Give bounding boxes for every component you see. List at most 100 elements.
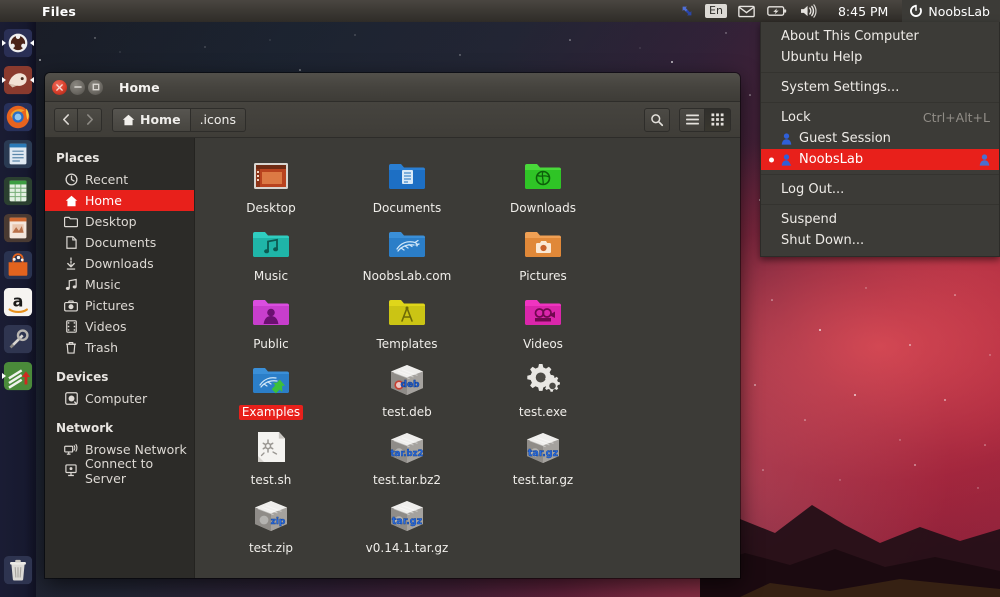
list-view-button[interactable] — [679, 107, 705, 132]
breadcrumb-label: Home — [140, 112, 181, 127]
sidebar-item-documents[interactable]: Documents — [45, 232, 194, 253]
forward-button[interactable] — [78, 107, 102, 132]
launcher-item-libreoffice-calc[interactable] — [2, 175, 34, 207]
menu-item-ubuntu-help[interactable]: Ubuntu Help — [761, 47, 999, 68]
breadcrumb-item-home[interactable]: Home — [112, 107, 191, 132]
file-item-templates[interactable]: Templates — [339, 286, 475, 354]
file-item-label: test.tar.bz2 — [372, 473, 442, 487]
sidebar-item-label: Connect to Server — [85, 455, 154, 486]
session-dropdown-menu[interactable]: About This Computer Ubuntu Help System S… — [760, 22, 1000, 257]
sidebar-item-label: Downloads — [85, 256, 154, 271]
menu-item-label: Shut Down... — [781, 233, 865, 248]
sidebar-item-downloads[interactable]: Downloads — [45, 253, 194, 274]
file-item-desktop[interactable]: Desktop — [203, 150, 339, 218]
libreoffice-impress-icon — [3, 213, 33, 243]
sidebar-item-music[interactable]: Music — [45, 274, 194, 295]
file-item-videos[interactable]: Videos — [475, 286, 611, 354]
envelope-icon[interactable] — [732, 0, 761, 22]
launcher-item-dash-home[interactable] — [2, 27, 34, 59]
sidebar-item-desktop[interactable]: Desktop — [45, 211, 194, 232]
keyboard-layout-indicator[interactable]: En — [700, 0, 732, 22]
launcher-item-firefox[interactable] — [2, 101, 34, 133]
sidebar-item-label: Recent — [85, 172, 129, 187]
battery-icon[interactable] — [761, 0, 793, 22]
file-item-test-tar-gz[interactable]: tar.gz test.tar.gz — [475, 422, 611, 490]
menu-item-shut-down[interactable]: Shut Down... — [761, 230, 999, 251]
menu-item-guest-session[interactable]: Guest Session — [761, 128, 999, 149]
menu-item-system-settings[interactable]: System Settings... — [761, 77, 999, 98]
launcher-item-amazon[interactable]: a — [2, 286, 34, 318]
file-item-v0-14-1-tar-gz[interactable]: tar.gz v0.14.1.tar.gz — [339, 490, 475, 558]
file-grid-view[interactable]: Desktop Documents Downloads Music NoobsL… — [195, 138, 740, 578]
menu-item-label: Ubuntu Help — [781, 50, 863, 65]
menu-item-log-out[interactable]: Log Out... — [761, 179, 999, 200]
launcher-item-libreoffice-writer[interactable] — [2, 138, 34, 170]
window-titlebar[interactable]: Home — [45, 73, 740, 102]
clock-icon — [64, 173, 78, 187]
camera-icon — [64, 299, 78, 313]
session-indicator[interactable]: NoobsLab — [902, 0, 1000, 22]
close-button[interactable] — [52, 79, 67, 95]
active-session-bullet — [769, 157, 774, 162]
file-item-test-sh[interactable]: test.sh — [203, 422, 339, 490]
file-item-label: Examples — [238, 405, 304, 420]
file-item-public[interactable]: Public — [203, 286, 339, 354]
sidebar-item-home[interactable]: Home — [45, 190, 194, 211]
sidebar-item-recent[interactable]: Recent — [45, 169, 194, 190]
search-button[interactable] — [644, 107, 670, 132]
back-button[interactable] — [54, 107, 78, 132]
grid-view-button[interactable] — [705, 107, 731, 132]
sidebar-item-videos[interactable]: Videos — [45, 316, 194, 337]
launcher-item-libreoffice-impress[interactable] — [2, 212, 34, 244]
launcher-item-system-settings[interactable] — [2, 323, 34, 355]
menu-item-about-this-computer[interactable]: About This Computer — [761, 26, 999, 47]
desktop-screen-icon — [247, 152, 295, 200]
clock-label: 8:45 PM — [837, 3, 889, 19]
file-item-music[interactable]: Music — [203, 218, 339, 286]
sync-icon[interactable] — [674, 0, 700, 22]
minimize-button[interactable] — [70, 79, 85, 95]
file-item-documents[interactable]: Documents — [339, 150, 475, 218]
navigation-buttons — [54, 107, 102, 132]
menu-item-suspend[interactable]: Suspend — [761, 209, 999, 230]
sidebar-item-computer[interactable]: Computer — [45, 388, 194, 409]
sidebar-item-connect-to-server[interactable]: Connect to Server — [45, 456, 194, 486]
launcher-item-software-center[interactable] — [2, 249, 34, 281]
file-item-test-exe[interactable]: test.exe — [475, 354, 611, 422]
panel-app-menu-title[interactable]: Files — [42, 4, 76, 19]
maximize-button[interactable] — [88, 79, 103, 95]
file-item-label: Pictures — [519, 269, 567, 283]
breadcrumb-item-icons[interactable]: .icons — [190, 107, 246, 132]
network-icon — [64, 443, 78, 457]
menu-item-noobslab-session[interactable]: NoobsLab — [761, 149, 999, 170]
file-item-label: test.sh — [250, 473, 292, 487]
unity-launcher: a — [0, 22, 36, 597]
menu-item-label: Lock — [781, 110, 811, 125]
menu-separator — [761, 102, 999, 103]
clock-indicator[interactable]: 8:45 PM — [824, 0, 902, 22]
menu-item-lock[interactable]: Lock Ctrl+Alt+L — [761, 107, 999, 128]
file-item-noobslab-com[interactable]: NoobsLab.com — [339, 218, 475, 286]
launcher-item-software-updater[interactable] — [2, 360, 34, 392]
sidebar-item-trash[interactable]: Trash — [45, 337, 194, 358]
file-item-test-zip[interactable]: zip test.zip — [203, 490, 339, 558]
gear-session-icon — [910, 4, 923, 17]
window-body: Places Recent Home Desktop Documents Dow… — [45, 138, 740, 578]
sidebar-item-pictures[interactable]: Pictures — [45, 295, 194, 316]
file-item-examples[interactable]: Examples — [203, 354, 339, 422]
volume-icon[interactable] — [793, 0, 824, 22]
file-item-label: Videos — [523, 337, 563, 351]
breadcrumb: Home .icons — [112, 107, 246, 132]
menu-item-label: NoobsLab — [799, 152, 864, 167]
file-item-test-deb[interactable]: deb test.deb — [339, 354, 475, 422]
folder-documents-icon — [383, 152, 431, 200]
file-item-downloads[interactable]: Downloads — [475, 150, 611, 218]
file-item-test-tar-bz2[interactable]: tar.bz2 test.tar.bz2 — [339, 422, 475, 490]
file-manager-window: Home Home .icons Places Recent Home Desk… — [45, 73, 740, 578]
sidebar-heading-places: Places — [56, 151, 100, 165]
sidebar-item-label: Desktop — [85, 214, 137, 229]
launcher-item-files[interactable] — [2, 64, 34, 96]
launcher-item-trash[interactable] — [2, 554, 34, 586]
file-item-pictures[interactable]: Pictures — [475, 218, 611, 286]
sidebar-heading-devices: Devices — [56, 370, 109, 384]
